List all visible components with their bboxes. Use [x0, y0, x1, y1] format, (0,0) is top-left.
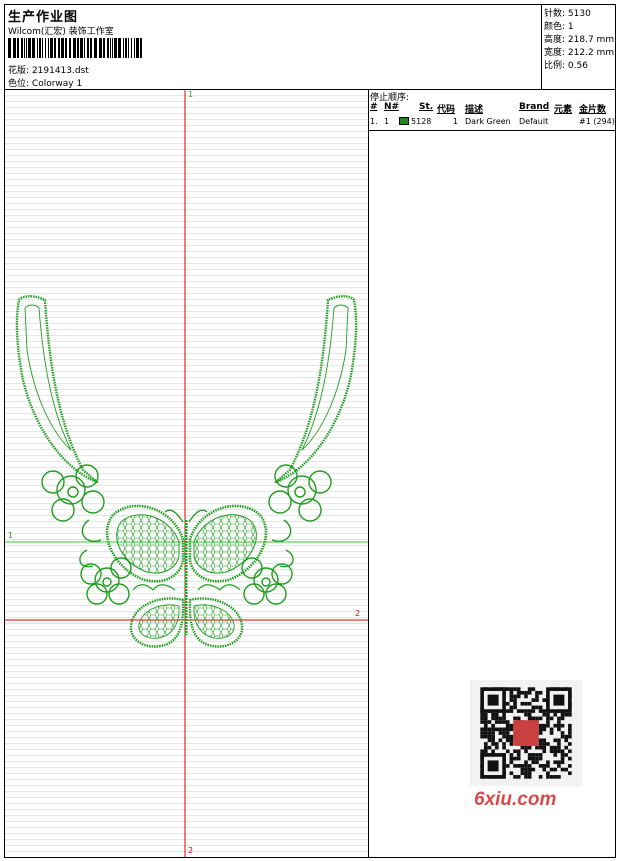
- colorway: 色位: Colorway 1: [8, 76, 82, 89]
- design-file: 花版: 2191413.dst: [8, 63, 89, 76]
- axis-label-top: 1: [188, 90, 194, 99]
- stat-width: 宽度: 212.2 mm: [544, 48, 615, 58]
- company-name: Wilcom(汇宏) 装饰工作室: [8, 27, 114, 37]
- row-code: 1: [453, 117, 459, 126]
- row-brand: Default: [519, 117, 549, 126]
- col-header-stitches: St.: [419, 102, 434, 112]
- embroidery-preview: 1 2 1 2: [5, 90, 369, 857]
- stat-height: 高度: 218.7 mm: [544, 35, 615, 45]
- watermark-logo: 6xiu.com: [474, 789, 557, 810]
- col-header-n: N#: [384, 102, 400, 112]
- col-header-sequins: 金片数: [579, 105, 607, 115]
- stat-scale: 比例: 0.56: [544, 61, 588, 71]
- necklace-motif: [15, 295, 358, 648]
- design-value: 2191413.dst: [31, 66, 89, 76]
- table-divider: [369, 130, 615, 131]
- col-header-brand: Brand: [519, 102, 550, 112]
- row-description: Dark Green: [465, 117, 511, 126]
- design-label: 花版:: [8, 66, 30, 76]
- header-info: 生产作业图 Wilcom(汇宏) 装饰工作室 花版: 2191413.dst 色…: [5, 5, 542, 89]
- colorway-label: 色位:: [8, 79, 30, 89]
- colorway-value: Colorway 1: [31, 79, 83, 89]
- stat-colors: 颜色: 1: [544, 22, 574, 32]
- design-stats: 针数: 5130 颜色: 1 高度: 218.7 mm 宽度: 212.2 mm…: [542, 5, 615, 89]
- row-n: 1: [384, 117, 390, 126]
- row-stitches: 5128: [411, 117, 432, 126]
- axis-label-right: 2: [355, 609, 361, 618]
- col-header-element: 元素: [554, 105, 573, 115]
- row-num: 1.: [370, 117, 378, 126]
- worksheet-header: 生产作业图 Wilcom(汇宏) 装饰工作室 花版: 2191413.dst 色…: [5, 5, 615, 90]
- thread-color-swatch: [399, 117, 409, 125]
- qr-code: [470, 680, 582, 786]
- embroidery-design: [5, 90, 368, 857]
- axis-label-left: 1: [8, 531, 14, 540]
- col-header-code: 代码: [437, 105, 456, 115]
- sheet-title: 生产作业图: [8, 10, 79, 25]
- col-header-num: #: [370, 102, 378, 112]
- stat-stitches: 针数: 5130: [544, 9, 591, 19]
- axis-label-bottom: 2: [188, 846, 194, 855]
- col-header-description: 描述: [465, 105, 484, 115]
- row-sequins: #1 (294): [579, 117, 615, 126]
- barcode: [8, 38, 142, 58]
